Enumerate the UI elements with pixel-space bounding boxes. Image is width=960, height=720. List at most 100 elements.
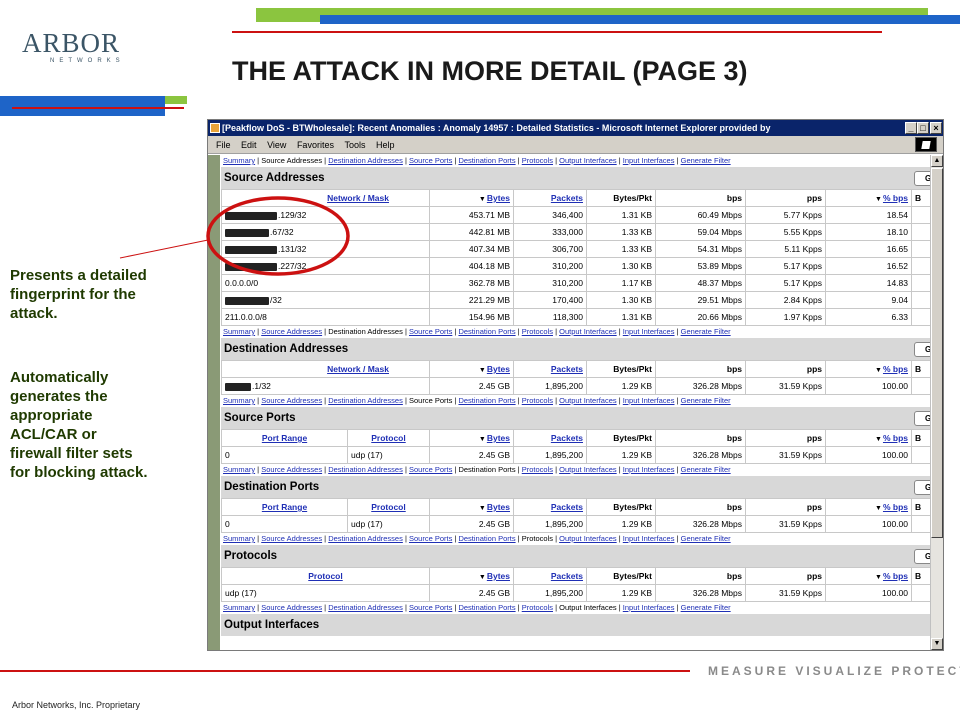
sort-link[interactable]: Network / Mask xyxy=(327,193,389,203)
sort-link[interactable]: Packets xyxy=(551,193,583,203)
nav-link-output-interfaces[interactable]: Output Interfaces xyxy=(559,327,617,336)
nav-link-source-addresses[interactable]: Source Addresses xyxy=(261,327,322,336)
col-bytes[interactable]: ▼Bytes xyxy=(429,567,514,585)
col-packets[interactable]: Packets xyxy=(513,498,587,516)
col-protocol[interactable]: Protocol xyxy=(347,498,430,516)
nav-link-destination-addresses[interactable]: Destination Addresses xyxy=(328,603,403,612)
go-button[interactable]: G xyxy=(914,480,930,495)
col-pct-bps[interactable]: ▼% bps xyxy=(825,360,912,378)
nav-link-output-interfaces[interactable]: Output Interfaces xyxy=(559,156,617,165)
nav-link-protocols[interactable]: Protocols xyxy=(522,327,553,336)
nav-link-source-ports[interactable]: Source Ports xyxy=(409,327,452,336)
sort-link[interactable]: Bytes xyxy=(487,571,510,581)
nav-link-input-interfaces[interactable]: Input Interfaces xyxy=(623,465,675,474)
nav-link-destination-addresses[interactable]: Destination Addresses xyxy=(328,156,403,165)
nav-link-destination-addresses[interactable]: Destination Addresses xyxy=(328,534,403,543)
col-pct-bps[interactable]: ▼% bps xyxy=(825,429,912,447)
sort-link[interactable]: Bytes xyxy=(487,193,510,203)
nav-link-summary[interactable]: Summary xyxy=(223,534,255,543)
nav-link-destination-ports[interactable]: Destination Ports xyxy=(458,603,515,612)
menu-file[interactable]: File xyxy=(216,140,231,150)
scroll-thumb[interactable] xyxy=(931,168,943,538)
nav-link-source-addresses[interactable]: Source Addresses xyxy=(261,534,322,543)
nav-link-protocols[interactable]: Protocols xyxy=(522,156,553,165)
nav-link-input-interfaces[interactable]: Input Interfaces xyxy=(623,534,675,543)
nav-link-source-ports[interactable]: Source Ports xyxy=(409,534,452,543)
nav-link-summary[interactable]: Summary xyxy=(223,156,255,165)
col-pct-bps[interactable]: ▼% bps xyxy=(825,189,912,207)
col-protocol[interactable]: Protocol xyxy=(221,567,430,585)
sort-link[interactable]: Protocol xyxy=(371,433,405,443)
minimize-button[interactable]: _ xyxy=(905,122,917,134)
sort-link[interactable]: Packets xyxy=(551,433,583,443)
go-button[interactable]: G xyxy=(914,171,930,186)
nav-link-source-addresses[interactable]: Source Addresses xyxy=(261,465,322,474)
sort-link[interactable]: Packets xyxy=(551,364,583,374)
nav-link-generate-filter[interactable]: Generate Filter xyxy=(681,465,731,474)
sort-link[interactable]: Port Range xyxy=(262,433,307,443)
col-bytes[interactable]: ▼Bytes xyxy=(429,189,514,207)
nav-link-summary[interactable]: Summary xyxy=(223,396,255,405)
nav-link-output-interfaces[interactable]: Output Interfaces xyxy=(559,465,617,474)
vertical-scrollbar[interactable]: ▲ ▼ xyxy=(930,155,943,650)
nav-link-protocols[interactable]: Protocols xyxy=(522,396,553,405)
sort-link[interactable]: % bps xyxy=(883,193,908,203)
nav-link-summary[interactable]: Summary xyxy=(223,603,255,612)
sort-link[interactable]: Port Range xyxy=(262,502,307,512)
sort-link[interactable]: Network / Mask xyxy=(327,364,389,374)
nav-link-summary[interactable]: Summary xyxy=(223,327,255,336)
nav-link-source-addresses[interactable]: Source Addresses xyxy=(261,603,322,612)
menu-view[interactable]: View xyxy=(267,140,286,150)
col-pct-bps[interactable]: ▼% bps xyxy=(825,567,912,585)
menu-tools[interactable]: Tools xyxy=(344,140,365,150)
col-bytes[interactable]: ▼Bytes xyxy=(429,360,514,378)
col-network-mask[interactable]: Network / Mask xyxy=(221,360,430,378)
sort-link[interactable]: Bytes xyxy=(487,502,510,512)
sort-link[interactable]: % bps xyxy=(883,502,908,512)
nav-link-destination-ports[interactable]: Destination Ports xyxy=(458,534,515,543)
col-bytes[interactable]: ▼Bytes xyxy=(429,498,514,516)
nav-link-destination-ports[interactable]: Destination Ports xyxy=(458,327,515,336)
nav-link-generate-filter[interactable]: Generate Filter xyxy=(681,156,731,165)
go-button[interactable]: G xyxy=(914,342,930,357)
menu-favorites[interactable]: Favorites xyxy=(297,140,334,150)
nav-link-input-interfaces[interactable]: Input Interfaces xyxy=(623,327,675,336)
nav-link-output-interfaces[interactable]: Output Interfaces xyxy=(559,396,617,405)
nav-link-protocols[interactable]: Protocols xyxy=(522,465,553,474)
col-port-range[interactable]: Port Range xyxy=(221,429,348,447)
nav-link-generate-filter[interactable]: Generate Filter xyxy=(681,534,731,543)
menu-edit[interactable]: Edit xyxy=(241,140,257,150)
col-pct-bps[interactable]: ▼% bps xyxy=(825,498,912,516)
sort-link[interactable]: % bps xyxy=(883,433,908,443)
sort-link[interactable]: % bps xyxy=(883,364,908,374)
go-button[interactable]: G xyxy=(914,549,930,564)
nav-link-generate-filter[interactable]: Generate Filter xyxy=(681,603,731,612)
col-packets[interactable]: Packets xyxy=(513,360,587,378)
col-port-range[interactable]: Port Range xyxy=(221,498,348,516)
nav-link-destination-ports[interactable]: Destination Ports xyxy=(458,396,515,405)
nav-link-destination-addresses[interactable]: Destination Addresses xyxy=(328,465,403,474)
sort-link[interactable]: Protocol xyxy=(371,502,405,512)
nav-link-generate-filter[interactable]: Generate Filter xyxy=(681,327,731,336)
col-protocol[interactable]: Protocol xyxy=(347,429,430,447)
sort-link[interactable]: Packets xyxy=(551,502,583,512)
nav-link-input-interfaces[interactable]: Input Interfaces xyxy=(623,396,675,405)
nav-link-source-addresses[interactable]: Source Addresses xyxy=(261,396,322,405)
scroll-up-icon[interactable]: ▲ xyxy=(931,155,943,167)
go-button[interactable]: G xyxy=(914,411,930,426)
nav-link-summary[interactable]: Summary xyxy=(223,465,255,474)
col-packets[interactable]: Packets xyxy=(513,567,587,585)
nav-link-destination-addresses[interactable]: Destination Addresses xyxy=(328,396,403,405)
col-packets[interactable]: Packets xyxy=(513,429,587,447)
col-packets[interactable]: Packets xyxy=(513,189,587,207)
nav-link-output-interfaces[interactable]: Output Interfaces xyxy=(559,534,617,543)
nav-link-destination-ports[interactable]: Destination Ports xyxy=(458,156,515,165)
nav-link-generate-filter[interactable]: Generate Filter xyxy=(681,396,731,405)
maximize-button[interactable]: □ xyxy=(917,122,929,134)
nav-link-protocols[interactable]: Protocols xyxy=(522,603,553,612)
menu-help[interactable]: Help xyxy=(376,140,395,150)
col-bytes[interactable]: ▼Bytes xyxy=(429,429,514,447)
nav-link-input-interfaces[interactable]: Input Interfaces xyxy=(623,603,675,612)
scroll-down-icon[interactable]: ▼ xyxy=(931,638,943,650)
nav-link-source-ports[interactable]: Source Ports xyxy=(409,156,452,165)
